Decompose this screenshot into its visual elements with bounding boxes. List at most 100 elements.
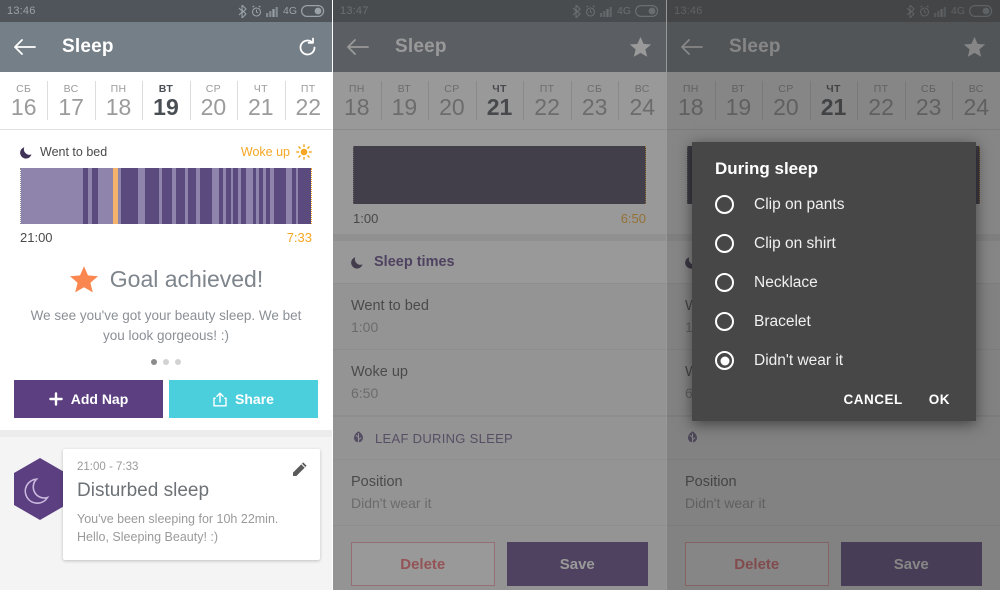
day-tab[interactable]: ПН 18 xyxy=(333,72,381,129)
radio-option-bracelet[interactable]: Bracelet xyxy=(692,302,976,341)
option-label: Didn't wear it xyxy=(754,351,844,369)
radio-button[interactable] xyxy=(715,273,734,292)
share-button[interactable]: Share xyxy=(169,380,318,419)
day-tab[interactable]: ВС 24 xyxy=(618,72,666,129)
day-tab[interactable]: ВТ 19 xyxy=(714,72,763,129)
day-selector-strip[interactable]: ПН 18 ВТ 19 СР 20 ЧТ 21 ПТ 22 СБ 23 ВС 24 xyxy=(667,72,1000,130)
day-tab[interactable]: ВТ 19 xyxy=(380,72,429,129)
day-weekday: СБ xyxy=(16,82,32,95)
leaf-icon xyxy=(354,431,363,445)
day-number: 24 xyxy=(963,93,990,120)
went-to-bed-label: Went to bed xyxy=(40,145,108,159)
day-weekday: ЧТ xyxy=(826,82,841,95)
day-tab[interactable]: СБ 16 xyxy=(0,72,47,129)
hypnogram-segment-deep xyxy=(144,168,159,224)
section-divider xyxy=(333,234,666,241)
day-number: 24 xyxy=(629,93,656,120)
day-tab[interactable]: СР 20 xyxy=(189,72,237,129)
day-tab[interactable]: СБ 23 xyxy=(904,72,953,129)
list-item-position[interactable]: Position Didn't wear it xyxy=(333,460,666,526)
list-item-woke-up[interactable]: Woke up 6:50 xyxy=(333,350,666,416)
carousel-pager[interactable] xyxy=(18,345,314,374)
day-number: 16 xyxy=(10,93,37,120)
entry-time-range: 21:00 - 7:33 xyxy=(77,461,139,474)
add-nap-button[interactable]: Add Nap xyxy=(14,380,163,419)
pencil-icon[interactable] xyxy=(291,461,308,478)
radio-button-selected[interactable] xyxy=(715,351,734,370)
entry-description: You've been sleeping for 10h 22min. Hell… xyxy=(77,512,279,545)
day-tab[interactable]: ВС 17 xyxy=(47,72,94,129)
day-tab-active[interactable]: ЧТ 21 xyxy=(809,72,858,129)
day-tab[interactable]: ЧТ 21 xyxy=(237,72,284,129)
star-icon[interactable] xyxy=(629,36,652,58)
hypnogram-segment-deep xyxy=(187,168,196,224)
radio-option-clip-on-pants[interactable]: Clip on pants xyxy=(692,185,976,224)
bluetooth-icon xyxy=(906,4,915,18)
day-tab[interactable]: СР 20 xyxy=(762,72,810,129)
leaf-during-sleep-header: LEAF DURING SLEEP xyxy=(333,416,666,460)
moon-icon xyxy=(351,257,363,269)
pager-dot-active[interactable] xyxy=(151,359,157,366)
refresh-icon[interactable] xyxy=(297,37,318,58)
pager-dot[interactable] xyxy=(175,359,181,366)
day-number: 19 xyxy=(725,93,752,120)
day-weekday: ПН xyxy=(682,82,699,95)
day-tab[interactable]: ПТ 22 xyxy=(523,72,571,129)
day-tab[interactable]: ПТ 22 xyxy=(284,72,332,129)
day-weekday: СБ xyxy=(921,82,937,95)
detail-action-row: Delete Save xyxy=(333,526,666,590)
entry-title: Disturbed sleep xyxy=(77,480,210,502)
radio-option-necklace[interactable]: Necklace xyxy=(692,263,976,302)
during-sleep-dialog: During sleep Clip on pants Clip on shirt… xyxy=(692,142,976,421)
day-number: 18 xyxy=(343,93,370,120)
leaf-during-sleep-header xyxy=(667,416,1000,460)
day-tab[interactable]: ПН 18 xyxy=(94,72,142,129)
back-arrow-icon[interactable] xyxy=(681,38,703,56)
day-selector-strip[interactable]: ПН 18 ВТ 19 СР 20 ЧТ 21 ПТ 22 СБ 23 ВС 24 xyxy=(333,72,666,130)
day-number: 17 xyxy=(58,93,84,120)
option-label: Clip on pants xyxy=(754,195,845,213)
alarm-icon xyxy=(251,5,262,17)
day-tab-active[interactable]: ЧТ 21 xyxy=(475,72,524,129)
day-tab[interactable]: ВС 24 xyxy=(952,72,1000,129)
day-number: 23 xyxy=(915,93,942,120)
radio-button[interactable] xyxy=(715,195,734,214)
app-bar: Sleep xyxy=(333,22,666,72)
cancel-button[interactable]: CANCEL xyxy=(844,392,903,407)
day-tab[interactable]: ПН 18 xyxy=(667,72,715,129)
list-item-position[interactable]: Position Didn't wear it xyxy=(667,460,1000,526)
sun-icon xyxy=(296,144,312,160)
radio-button[interactable] xyxy=(715,234,734,253)
radio-option-didnt-wear-it[interactable]: Didn't wear it xyxy=(692,341,976,380)
star-icon[interactable] xyxy=(963,36,986,58)
day-weekday: СР xyxy=(778,82,794,95)
hypnogram-segment-deep xyxy=(298,168,311,224)
hypnogram-segment-light xyxy=(97,168,113,224)
day-tab[interactable]: ПТ 22 xyxy=(857,72,905,129)
day-tab[interactable]: СР 20 xyxy=(428,72,476,129)
delete-button[interactable]: Delete xyxy=(351,542,495,586)
day-weekday: ПТ xyxy=(539,82,555,95)
save-button[interactable]: Save xyxy=(840,542,982,586)
day-weekday: ВС xyxy=(968,82,984,95)
day-number: 20 xyxy=(439,93,465,120)
hypnogram-segment-deep xyxy=(161,168,173,224)
day-number: 22 xyxy=(534,93,560,120)
day-tab[interactable]: СБ 23 xyxy=(570,72,619,129)
sleep-entry-card[interactable]: 21:00 - 7:33 Disturbed sleep You've been… xyxy=(63,449,320,561)
radio-button[interactable] xyxy=(715,312,734,331)
hypnogram-segment-deep xyxy=(120,168,139,224)
goal-section: Goal achieved! We see you've got your be… xyxy=(0,255,332,381)
radio-option-clip-on-shirt[interactable]: Clip on shirt xyxy=(692,224,976,263)
day-selector-strip[interactable]: СБ 16 ВС 17 ПН 18 ВТ 19 СР 20 ЧТ 21 ПТ 22 xyxy=(0,72,332,130)
pager-dot[interactable] xyxy=(163,359,169,366)
back-arrow-icon[interactable] xyxy=(347,38,369,56)
page-title: Sleep xyxy=(395,36,447,57)
delete-button[interactable]: Delete xyxy=(685,542,829,586)
ok-button[interactable]: OK xyxy=(929,392,950,407)
day-tab-active[interactable]: ВТ 19 xyxy=(142,72,189,129)
day-number: 19 xyxy=(391,93,418,120)
save-button[interactable]: Save xyxy=(506,542,648,586)
list-item-went-to-bed[interactable]: Went to bed 1:00 xyxy=(333,284,666,350)
back-arrow-icon[interactable] xyxy=(14,38,36,56)
